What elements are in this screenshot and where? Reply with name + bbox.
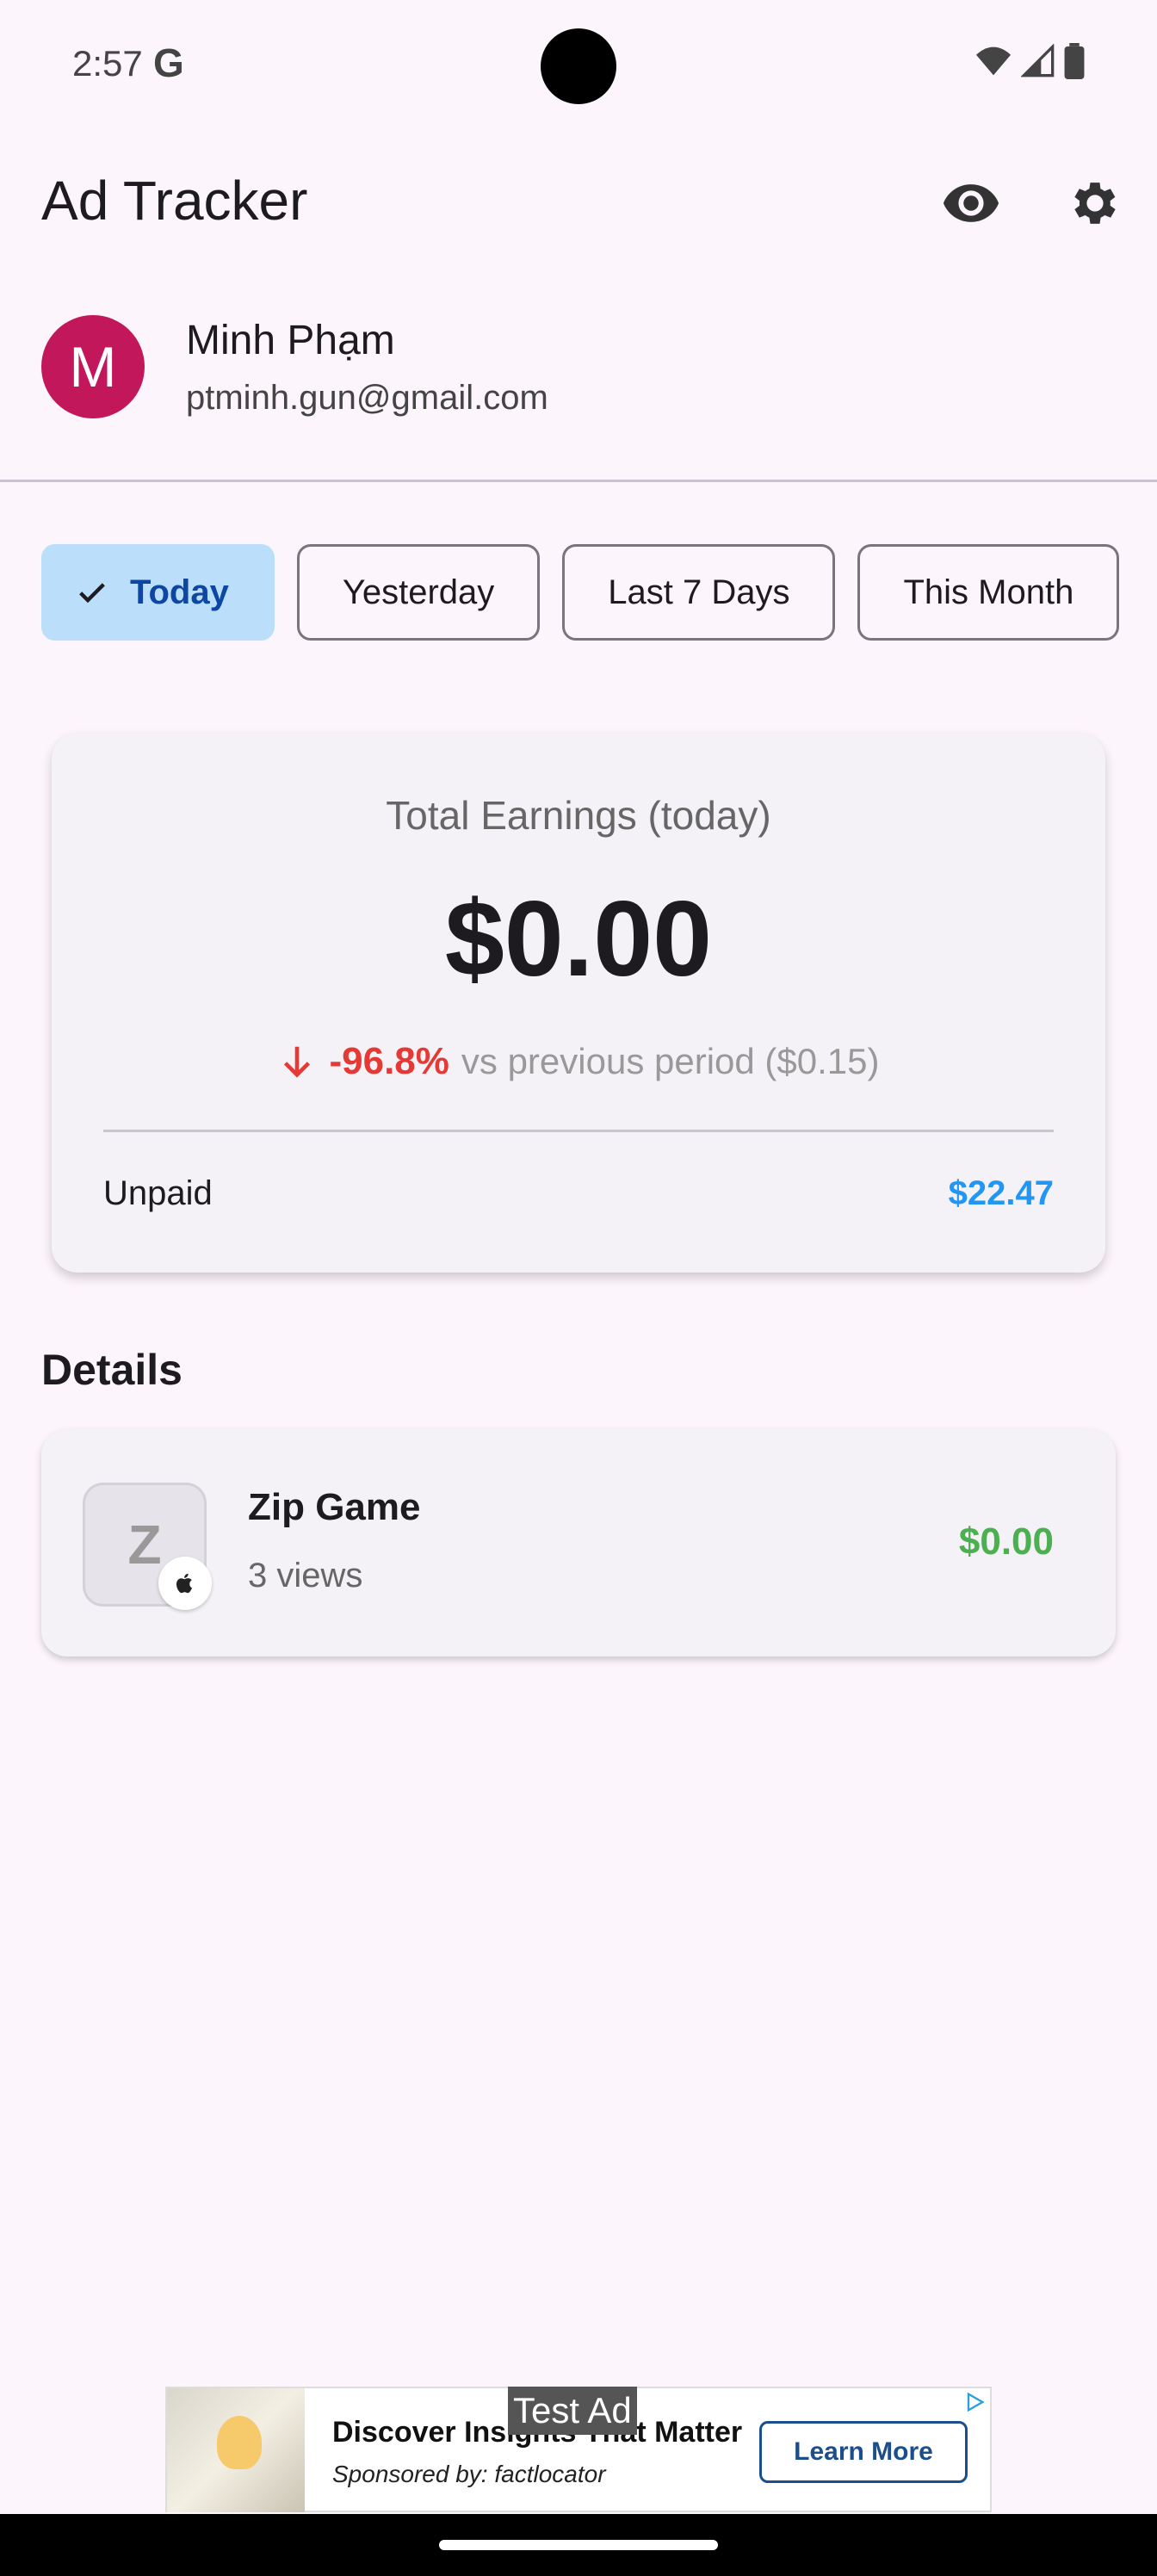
- chip-last-7-days[interactable]: Last 7 Days: [562, 544, 836, 641]
- earnings-summary-card: Total Earnings (today) $0.00 -96.8% vs p…: [52, 734, 1105, 1273]
- delta-comparison: vs previous period ($0.15): [461, 1041, 880, 1081]
- chip-label: Yesterday: [342, 573, 495, 611]
- test-ad-label: Test Ad: [508, 2387, 637, 2435]
- chip-this-month[interactable]: This Month: [857, 544, 1120, 641]
- date-filter-chips: Today Yesterday Last 7 Days This Month: [41, 544, 1120, 641]
- divider: [0, 480, 1157, 482]
- lightbulb-icon: [217, 2416, 262, 2469]
- ad-sponsor: Sponsored by: factlocator: [332, 2461, 606, 2487]
- total-earnings-label: Total Earnings (today): [386, 793, 771, 838]
- ad-image: [167, 2388, 305, 2512]
- unpaid-label: Unpaid: [103, 1174, 213, 1212]
- settings-button[interactable]: [1059, 167, 1131, 239]
- app-earnings: $0.00: [958, 1520, 1054, 1563]
- details-title: Details: [41, 1346, 183, 1394]
- home-gesture-handle[interactable]: [439, 2540, 718, 2550]
- unpaid-value: $22.47: [948, 1174, 1054, 1212]
- gear-icon: [1074, 183, 1116, 224]
- chip-yesterday[interactable]: Yesterday: [296, 544, 541, 641]
- app-views: 3 views: [248, 1557, 363, 1595]
- account-name: Minh Phạm: [186, 318, 395, 363]
- avatar: M: [41, 315, 145, 418]
- account-email: ptminh.gun@gmail.com: [186, 379, 548, 417]
- signal-icon: [1021, 44, 1055, 77]
- chip-label: This Month: [903, 573, 1074, 611]
- google-icon: G: [153, 40, 184, 85]
- delta-percent: -96.8%: [329, 1040, 449, 1082]
- platform-badge: [158, 1557, 212, 1610]
- battery-icon: [1064, 43, 1085, 79]
- wifi-icon: [976, 46, 1011, 76]
- chip-label: Today: [130, 573, 229, 611]
- app-title: Ad Tracker: [41, 170, 308, 232]
- status-icons: [974, 43, 1085, 79]
- app-bar: Ad Tracker: [0, 155, 1157, 250]
- app-row-zip-game[interactable]: Z Zip Game 3 views $0.00: [41, 1429, 1116, 1656]
- navigation-bar: [0, 2514, 1157, 2576]
- ad-choices-icon[interactable]: [962, 2390, 987, 2414]
- account-header[interactable]: M Minh Phạm ptminh.gun@gmail.com: [0, 310, 1157, 482]
- earnings-delta: -96.8% vs previous period ($0.15): [52, 1040, 1105, 1083]
- status-time: 2:57: [72, 43, 143, 84]
- status-bar: 2:57 G: [0, 0, 1157, 129]
- app-name: Zip Game: [248, 1486, 421, 1528]
- card-divider: [103, 1130, 1054, 1132]
- check-icon: [79, 583, 105, 604]
- visibility-button[interactable]: [935, 167, 1007, 239]
- total-earnings-amount: $0.00: [444, 880, 713, 999]
- camera-cutout: [541, 28, 616, 104]
- eye-icon: [943, 184, 999, 222]
- arrow-down-icon: [284, 1046, 311, 1078]
- chip-label: Last 7 Days: [608, 573, 790, 611]
- apple-icon: [176, 1573, 193, 1594]
- learn-more-button[interactable]: Learn More: [759, 2421, 968, 2483]
- chip-today[interactable]: Today: [41, 544, 275, 641]
